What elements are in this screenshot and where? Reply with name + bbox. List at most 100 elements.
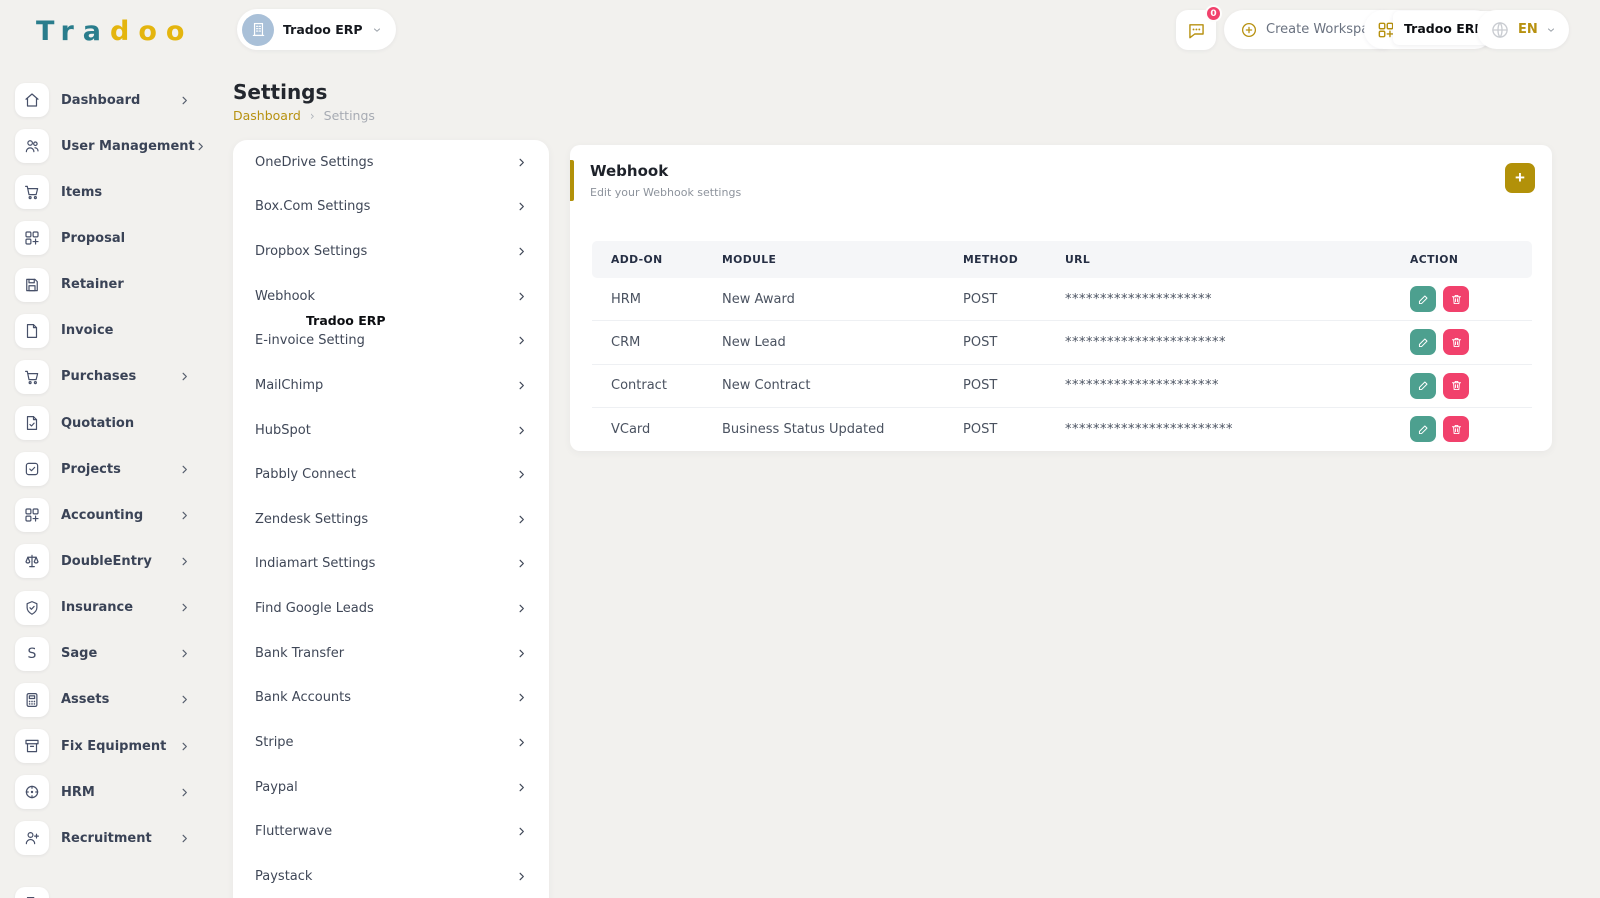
settings-menu-item-bank-transfer[interactable]: Bank Transfer (233, 631, 549, 676)
sidebar-item-items[interactable]: Items (0, 169, 212, 215)
method-cell: POST (944, 422, 1046, 437)
settings-menu-list: OneDrive Settings Box.Com Settings Dropb… (233, 140, 549, 898)
breadcrumb-separator: › (310, 109, 315, 123)
settings-menu-item-label: Indiamart Settings (255, 556, 375, 571)
sidebar-item-label: Assets (61, 692, 179, 707)
module-cell: New Lead (703, 335, 944, 350)
breadcrumb-current: Settings (324, 108, 375, 123)
settings-menu-item-label: Webhook (255, 289, 315, 304)
trash-icon (1450, 293, 1463, 306)
sidebar-item-label: Items (61, 185, 197, 200)
settings-menu-item-zendesk-settings[interactable]: Zendesk Settings (233, 497, 549, 542)
delete-button[interactable] (1443, 416, 1469, 442)
chevron-down-icon (1546, 25, 1556, 35)
brand-logo-letter: T (36, 16, 60, 47)
sidebar-item-doubleentry[interactable]: DoubleEntry (0, 538, 212, 584)
breadcrumb-dashboard-link[interactable]: Dashboard (233, 108, 301, 123)
chevron-right-icon (516, 157, 527, 168)
settings-menu-item-stripe[interactable]: Stripe (233, 720, 549, 765)
sidebar-item-label: HRM (61, 785, 179, 800)
webhook-panel: Webhook Edit your Webhook settings + ADD… (570, 145, 1552, 451)
sidebar-item-label: Retainer (61, 277, 197, 292)
settings-menu-item-mailchimp[interactable]: MailChimp (233, 363, 549, 408)
sidebar-item-recruitment[interactable]: Recruitment (0, 815, 212, 861)
settings-menu-item-webhook[interactable]: Webhook (233, 274, 549, 319)
settings-menu-item-label: Box.Com Settings (255, 199, 370, 214)
url-cell: ********************** (1046, 378, 1391, 393)
webhook-table-body: HRM New Award POST *********************… (592, 278, 1532, 450)
settings-menu-item-e-invoice-setting[interactable]: E-invoice Setting (233, 319, 549, 364)
edit-button[interactable] (1410, 416, 1436, 442)
file-icon (15, 887, 49, 898)
chevron-right-icon (516, 514, 527, 525)
page-title: Settings (233, 80, 327, 104)
column-header: MODULE (703, 253, 944, 266)
sidebar-item-user-management[interactable]: User Management (0, 123, 212, 169)
settings-menu-item-hubspot[interactable]: HubSpot (233, 408, 549, 453)
settings-menu-item-onedrive-settings[interactable]: OneDrive Settings (233, 140, 549, 185)
chevron-right-icon (516, 692, 527, 703)
cart-icon (15, 360, 49, 394)
target-icon (15, 775, 49, 809)
trash-icon (1450, 423, 1463, 436)
delete-button[interactable] (1443, 286, 1469, 312)
settings-menu-item-paypal[interactable]: Paypal (233, 765, 549, 810)
column-header: URL (1046, 253, 1391, 266)
sidebar-item-fix-equipment[interactable]: Fix Equipment (0, 723, 212, 769)
edit-button[interactable] (1410, 329, 1436, 355)
chevron-right-icon (516, 648, 527, 659)
sidebar-item-label: DoubleEntry (61, 554, 179, 569)
sidebar-item-partial[interactable] (0, 881, 212, 898)
delete-button[interactable] (1443, 373, 1469, 399)
delete-button[interactable] (1443, 329, 1469, 355)
sidebar-item-assets[interactable]: Assets (0, 677, 212, 723)
sidebar-item-label: Quotation (61, 416, 197, 431)
table-row: CRM New Lead POST **********************… (592, 321, 1532, 364)
sidebar-item-proposal[interactable]: Proposal (0, 215, 212, 261)
sidebar-item-label: User Management (61, 139, 195, 154)
sidebar-item-label: Recruitment (61, 831, 179, 846)
language-selector[interactable]: EN (1477, 10, 1569, 49)
building-icon (242, 14, 274, 46)
chevron-right-icon (516, 201, 527, 212)
settings-menu-item-pabbly-connect[interactable]: Pabbly Connect (233, 452, 549, 497)
workspace-selector[interactable]: Tradoo ERP (237, 9, 396, 50)
sidebar-item-sage[interactable]: S Sage (0, 631, 212, 677)
sidebar-item-purchases[interactable]: Purchases (0, 354, 212, 400)
settings-menu-item-label: Find Google Leads (255, 601, 374, 616)
sidebar-item-dashboard[interactable]: Dashboard (0, 77, 212, 123)
webhook-title: Webhook (590, 162, 668, 180)
table-row: HRM New Award POST ********************* (592, 278, 1532, 321)
users-icon (15, 129, 49, 163)
archive-icon (15, 729, 49, 763)
plus-circle-icon (1240, 21, 1258, 39)
addon-cell: HRM (592, 292, 703, 307)
edit-button[interactable] (1410, 286, 1436, 312)
plan-button[interactable]: P Tradoo ERP (1364, 10, 1494, 49)
add-webhook-button[interactable]: + (1505, 163, 1535, 193)
sidebar-item-invoice[interactable]: Invoice (0, 308, 212, 354)
sidebar-item-projects[interactable]: Projects (0, 446, 212, 492)
settings-menu-item-label: HubSpot (255, 423, 311, 438)
settings-menu-item-flutterwave[interactable]: Flutterwave (233, 809, 549, 854)
settings-menu-item-find-google-leads[interactable]: Find Google Leads (233, 586, 549, 631)
sidebar-item-insurance[interactable]: Insurance (0, 585, 212, 631)
chevron-right-icon (179, 602, 190, 613)
settings-menu-item-bank-accounts[interactable]: Bank Accounts (233, 676, 549, 721)
sidebar-item-accounting[interactable]: Accounting (0, 492, 212, 538)
brand-logo-letter: r (60, 16, 82, 47)
sidebar-item-retainer[interactable]: Retainer (0, 262, 212, 308)
settings-menu-item-box-com-settings[interactable]: Box.Com Settings (233, 185, 549, 230)
settings-menu-item-dropbox-settings[interactable]: Dropbox Settings (233, 229, 549, 274)
brand-logo-letter: o (166, 16, 194, 47)
messages-button[interactable]: 0 (1176, 10, 1216, 50)
settings-menu-item-indiamart-settings[interactable]: Indiamart Settings (233, 542, 549, 587)
settings-menu-item-label: Pabbly Connect (255, 467, 356, 482)
sidebar-item-quotation[interactable]: Quotation (0, 400, 212, 446)
chevron-right-icon (179, 464, 190, 475)
sidebar-item-hrm[interactable]: HRM (0, 769, 212, 815)
edit-button[interactable] (1410, 373, 1436, 399)
column-header: ADD-ON (592, 253, 703, 266)
chevron-right-icon (516, 291, 527, 302)
settings-menu-item-paystack[interactable]: Paystack (233, 854, 549, 898)
